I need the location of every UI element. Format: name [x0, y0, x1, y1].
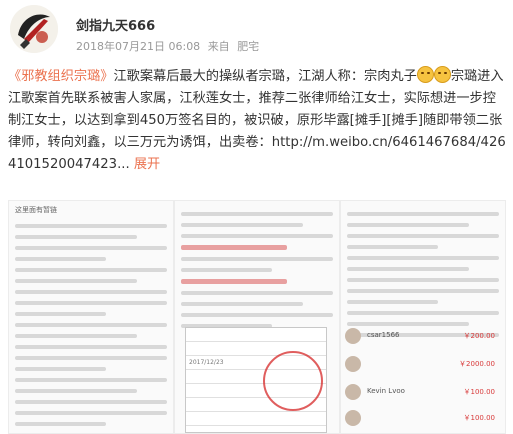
post-header: 剑指九天666 2018年07月21日 06:08 来自 肥宅 [0, 0, 513, 62]
image-thumbnail-3[interactable]: csar1566 ￥200.00 ￥2000.00 Kevin Lvoo ￥10… [340, 200, 506, 434]
shrug-tag-2: [摊手] [386, 113, 424, 128]
donation-row: ￥2000.00 [345, 353, 501, 379]
topic-link[interactable]: 《邪教组织宗璐》 [8, 69, 114, 84]
post-images: 这里面有暂链 2017/12/23 csar1566 ￥200.00 ￥2000… [8, 200, 506, 434]
avatar [345, 328, 361, 344]
avatar [345, 384, 361, 400]
image-thumbnail-1[interactable]: 这里面有暂链 [8, 200, 174, 434]
url-ellipsis: ... [117, 157, 130, 172]
donation-row: csar1566 ￥200.00 [345, 325, 501, 351]
avatar [345, 410, 361, 426]
username[interactable]: 剑指九天666 [76, 15, 155, 34]
red-seal-stamp-icon [263, 351, 323, 411]
donation-row: ￥100.00 [345, 407, 501, 433]
screenshot-content: 这里面有暂链 [9, 201, 173, 433]
post-source[interactable]: 肥宅 [237, 40, 259, 53]
laughing-emoji-icon-2 [433, 66, 451, 83]
shrug-tag-1: [摊手] [349, 113, 387, 128]
post-timestamp[interactable]: 2018年07月21日 06:08 [76, 40, 200, 53]
user-avatar[interactable] [10, 5, 58, 53]
post-body: 《邪教组织宗璐》江歌案幕后最大的操纵者宗璐，江湖人称：宗肉丸子 宗璐进入江歌案首先… [8, 66, 506, 176]
avatar [345, 356, 361, 372]
image-caption: 这里面有暂链 [15, 206, 57, 214]
laughing-emoji-icon [416, 66, 434, 83]
image-thumbnail-2[interactable]: 2017/12/23 [174, 200, 340, 434]
sword-logo-icon [10, 5, 58, 53]
post-meta: 2018年07月21日 06:08 来自 肥宅 [76, 38, 263, 54]
post-text-1: 江歌案幕后最大的操纵者宗璐，江湖人称：宗肉丸子 [113, 69, 417, 84]
expand-link[interactable]: 展开 [134, 157, 160, 172]
donation-row: Kevin Lvoo ￥100.00 [345, 381, 501, 407]
source-prefix: 来自 [207, 40, 230, 53]
